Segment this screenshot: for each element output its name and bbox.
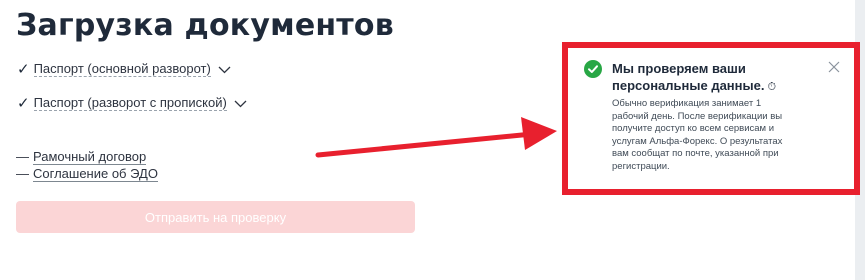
close-icon[interactable]: [828, 60, 840, 73]
document-item-passport-main[interactable]: ✓ Паспорт (основной разворот): [17, 60, 231, 78]
check-circle-icon: [584, 60, 602, 78]
chevron-down-icon[interactable]: [234, 96, 247, 111]
link-item-framework-agreement[interactable]: — Рамочный договор: [16, 149, 147, 165]
chevron-down-icon[interactable]: [218, 62, 231, 77]
notification-body: Обычно верификация занимает 1 рабочий де…: [612, 98, 783, 172]
checkmark-icon: ✓: [17, 60, 30, 78]
framework-agreement-link[interactable]: Рамочный договор: [33, 149, 147, 165]
document-label[interactable]: Паспорт (разворот с пропиской): [33, 95, 227, 111]
verification-notification: Мы проверяем ваши персональные данные. ⏱ …: [576, 56, 846, 181]
checkmark-icon: ✓: [17, 94, 30, 112]
notification-title-text: Мы проверяем ваши персональные данные.: [612, 61, 765, 93]
stopwatch-icon: ⏱: [767, 81, 777, 93]
link-item-edo-agreement[interactable]: — Соглашение об ЭДО: [16, 166, 158, 182]
submit-for-review-button[interactable]: Отправить на проверку: [16, 201, 415, 233]
document-label[interactable]: Паспорт (основной разворот): [33, 61, 211, 77]
link-prefix: —: [16, 166, 29, 181]
link-prefix: —: [16, 149, 29, 164]
notification-highlight-frame: Мы проверяем ваши персональные данные. ⏱ …: [562, 42, 860, 195]
page-title: Загрузка документов: [16, 8, 394, 43]
document-item-passport-registration[interactable]: ✓ Паспорт (разворот с пропиской): [17, 94, 247, 112]
edo-agreement-link[interactable]: Соглашение об ЭДО: [33, 166, 158, 182]
notification-title: Мы проверяем ваши персональные данные. ⏱: [612, 60, 792, 96]
